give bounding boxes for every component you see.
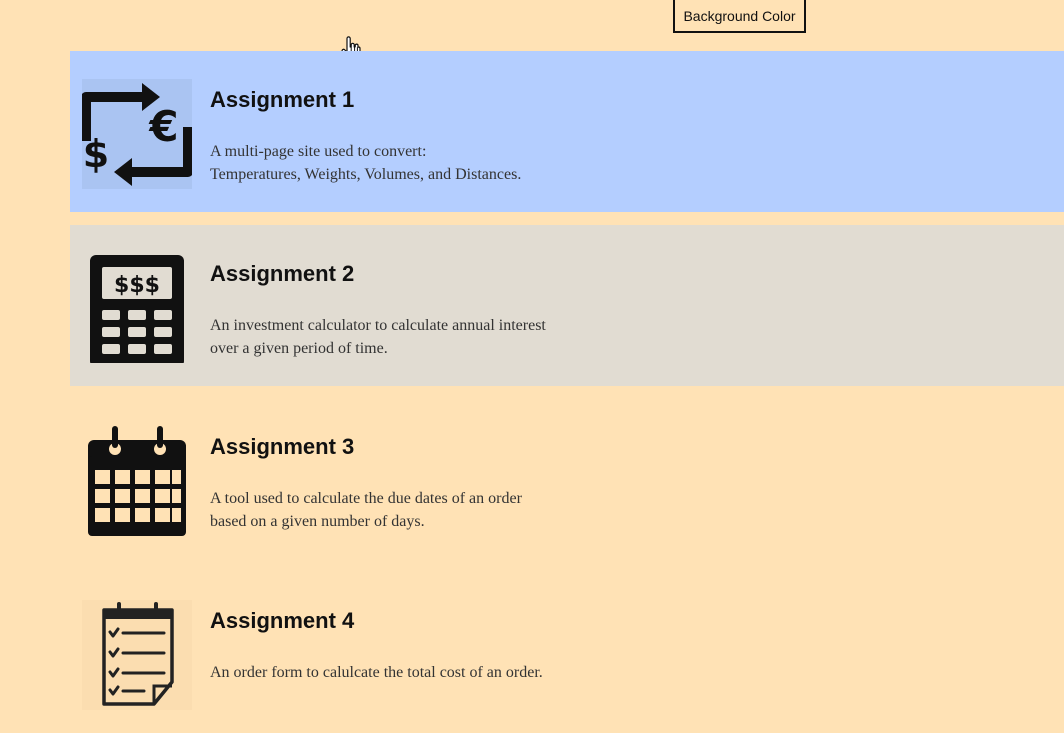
assignment-description: An investment calculator to calculate an… — [210, 317, 546, 357]
assignment-title: Assignment 4 — [210, 608, 355, 633]
assignment-card-4[interactable]: Assignment 4 An order form to calulcate … — [70, 572, 1064, 733]
currency-exchange-icon: $ € — [82, 79, 192, 189]
assignment-title: Assignment 1 — [210, 87, 355, 112]
svg-text:$$$: $$$ — [114, 273, 160, 298]
calculator-icon: $$$ — [82, 253, 192, 363]
assignment-description: A multi-page site used to convert: Tempe… — [210, 143, 522, 183]
background-color-button[interactable]: Background Color — [673, 0, 806, 33]
checklist-icon — [82, 600, 192, 710]
assignment-description: A tool used to calculate the due dates o… — [210, 490, 522, 530]
assignment-card-1[interactable]: $ € Assignment 1 A multi-page site used … — [70, 51, 1064, 212]
assignment-description: An order form to calulcate the total cos… — [210, 664, 543, 681]
calendar-icon — [82, 426, 192, 536]
assignment-card-3[interactable]: Assignment 3 A tool used to calculate th… — [70, 398, 1064, 559]
assignment-title: Assignment 3 — [210, 434, 355, 459]
svg-text:€: € — [148, 102, 178, 151]
svg-text:$: $ — [83, 132, 109, 176]
assignment-card-2[interactable]: $$$ Assignment 2 An investment calculato… — [70, 225, 1064, 386]
assignment-title: Assignment 2 — [210, 261, 355, 286]
